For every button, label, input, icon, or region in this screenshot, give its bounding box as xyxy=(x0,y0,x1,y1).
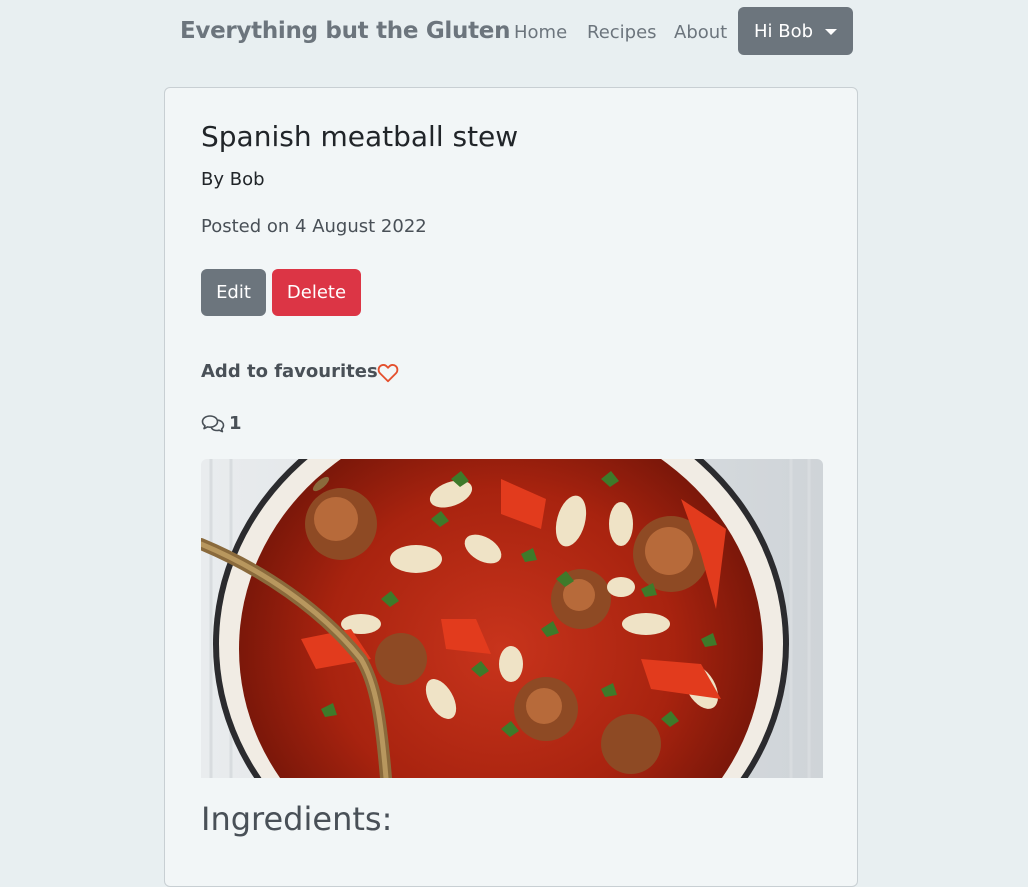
user-menu-label: Hi Bob xyxy=(754,21,814,42)
edit-button[interactable]: Edit xyxy=(201,269,266,316)
navbar: Everything but the Gluten Home Recipes A… xyxy=(0,0,1028,66)
recipe-posted-date: Posted on 4 August 2022 xyxy=(201,216,427,237)
nav-link-home[interactable]: Home xyxy=(514,22,567,43)
add-to-favourites-link[interactable]: Add to favourites xyxy=(201,361,378,382)
recipe-image xyxy=(201,459,823,778)
recipe-photo xyxy=(201,459,823,778)
recipe-title: Spanish meatball stew xyxy=(201,120,519,153)
user-menu-dropdown-button[interactable]: Hi Bob xyxy=(738,7,853,55)
delete-button[interactable]: Delete xyxy=(272,269,361,316)
chat-bubbles-icon xyxy=(201,415,225,433)
nav-link-about[interactable]: About xyxy=(674,22,727,43)
brand-logo-text[interactable]: Everything but the Gluten xyxy=(180,18,510,44)
ingredients-heading: Ingredients: xyxy=(201,800,393,838)
recipe-card: Spanish meatball stew By Bob Posted on 4… xyxy=(164,87,858,887)
caret-down-icon xyxy=(825,29,837,35)
nav-link-recipes[interactable]: Recipes xyxy=(587,22,657,43)
comment-count: 1 xyxy=(229,413,242,434)
recipe-author: By Bob xyxy=(201,169,265,190)
heart-icon[interactable] xyxy=(377,362,399,384)
